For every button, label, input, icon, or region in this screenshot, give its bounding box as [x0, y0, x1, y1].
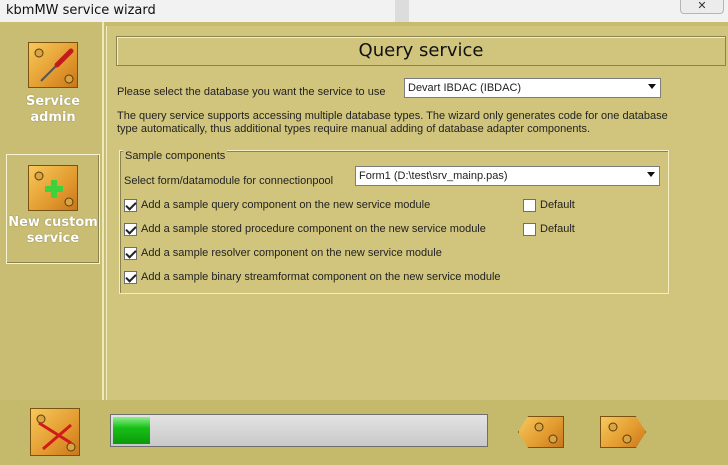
database-select[interactable]: Devart IBDAC (IBDAC): [404, 78, 661, 98]
plus-icon: [28, 165, 78, 211]
title-bar-divider: [395, 0, 409, 22]
cancel-button[interactable]: [30, 408, 80, 456]
database-select-value: Devart IBDAC (IBDAC): [408, 82, 522, 94]
option-query-component[interactable]: Add a sample query component on the new …: [124, 198, 430, 214]
window-title: kbmMW service wizard: [6, 3, 156, 18]
stored-procedure-default-option[interactable]: Default: [523, 222, 575, 238]
option-resolver-component[interactable]: Add a sample resolver component on the n…: [124, 246, 442, 262]
sample-components-legend: Sample components: [123, 150, 228, 162]
chevron-down-icon: [648, 84, 656, 89]
resolver-component-checkbox[interactable]: [124, 247, 137, 260]
chevron-down-icon: [647, 172, 655, 177]
screwdriver-icon: [28, 42, 78, 88]
next-button[interactable]: [600, 416, 646, 448]
progress-bar: [110, 414, 488, 447]
arrow-left-icon: [534, 422, 558, 444]
stored-procedure-checkbox[interactable]: [124, 223, 137, 236]
connectionpool-label: Select form/datamodule for connectionpoo…: [124, 175, 334, 187]
sidebar-item-service-admin[interactable]: Service admin: [6, 42, 100, 152]
description-text: The query service supports accessing mul…: [117, 110, 668, 135]
query-default-option[interactable]: Default: [523, 198, 575, 214]
connectionpool-select-value: Form1 (D:\test\srv_mainp.pas): [359, 170, 508, 182]
sidebar-item-new-custom-service[interactable]: New custom service: [6, 154, 100, 264]
back-button[interactable]: [518, 416, 564, 448]
wizard-page: Query service Please select the database…: [106, 26, 728, 400]
sidebar-item-new-custom-service-label: New custom service: [8, 215, 98, 246]
title-bar: kbmMW service wizard ✕: [0, 0, 728, 22]
query-component-checkbox[interactable]: [124, 199, 137, 212]
option-binary-streamformat-component[interactable]: Add a sample binary streamformat compone…: [124, 270, 501, 286]
binary-streamformat-checkbox[interactable]: [124, 271, 137, 284]
wizard-footer: [0, 400, 728, 465]
wizard-sidebar: Service admin New custom service: [0, 22, 104, 400]
page-title: Query service: [116, 36, 726, 66]
cancel-icon: [36, 414, 76, 452]
stored-procedure-default-checkbox[interactable]: [523, 223, 536, 236]
sidebar-item-service-admin-label: Service admin: [25, 94, 81, 125]
option-stored-procedure-component[interactable]: Add a sample stored procedure component …: [124, 222, 486, 238]
arrow-right-icon: [608, 422, 632, 444]
database-label: Please select the database you want the …: [117, 86, 386, 98]
connectionpool-select[interactable]: Form1 (D:\test\srv_mainp.pas): [355, 166, 660, 186]
progress-fill: [113, 417, 151, 444]
close-button[interactable]: ✕: [680, 0, 724, 14]
query-default-checkbox[interactable]: [523, 199, 536, 212]
